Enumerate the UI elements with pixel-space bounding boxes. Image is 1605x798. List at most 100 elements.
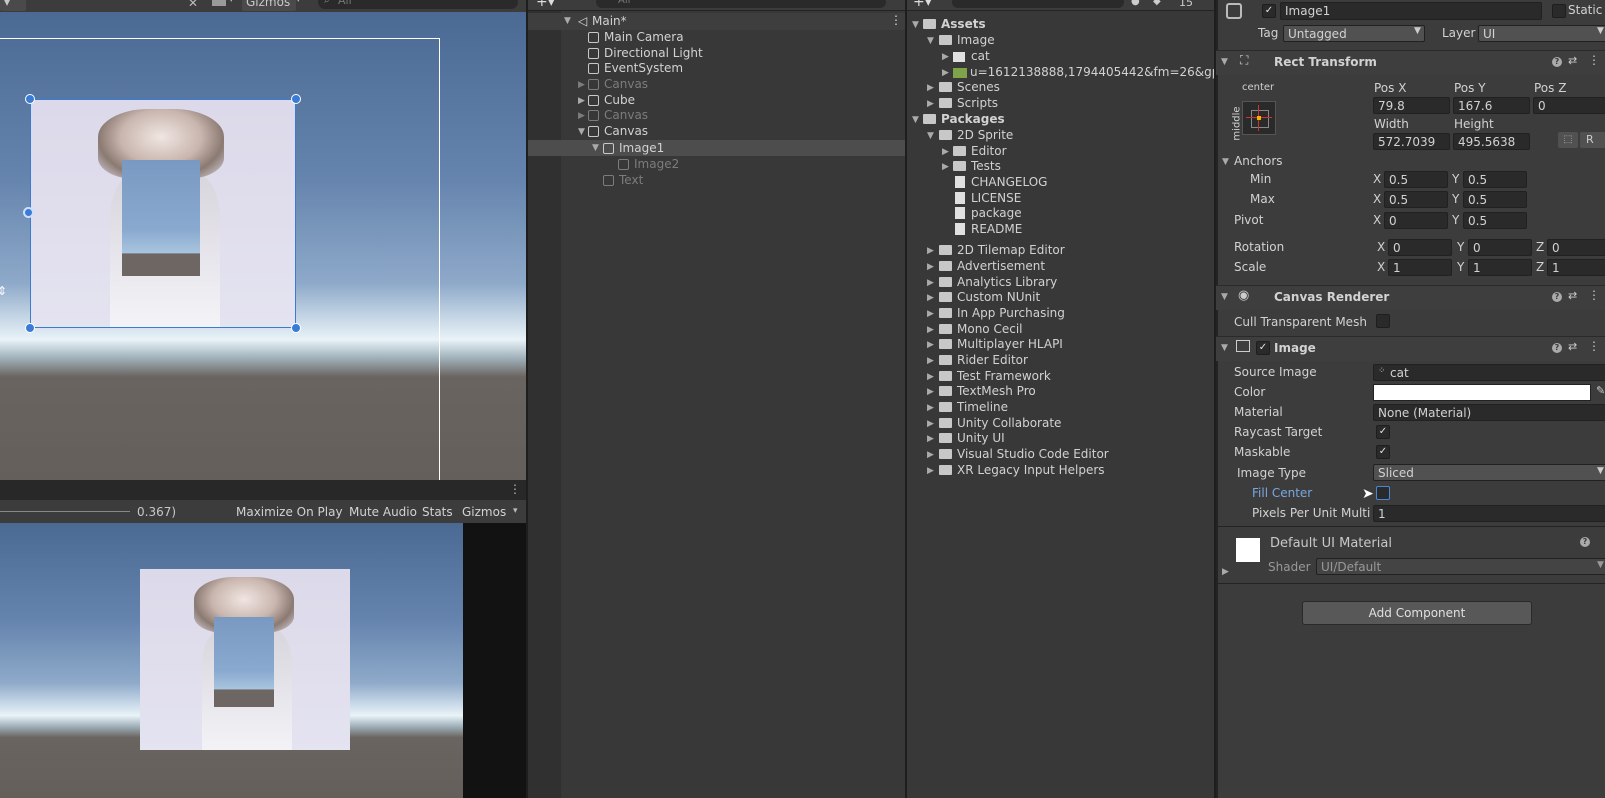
tools-icon[interactable]: ✕ — [188, 0, 198, 10]
more-options-icon[interactable]: ⋮ — [509, 482, 521, 496]
expand-icon[interactable]: ▶ — [927, 387, 934, 397]
package-2d-sprite[interactable]: 2D Sprite — [939, 127, 1013, 143]
height-field[interactable]: 495.5638 — [1453, 133, 1530, 150]
package-item[interactable]: Advertisement — [939, 258, 1045, 274]
package-item-package[interactable]: package — [955, 205, 1022, 221]
width-field[interactable]: 572.7039 — [1373, 133, 1450, 150]
eyedropper-icon[interactable]: ✎ — [1596, 384, 1605, 397]
expand-icon[interactable]: ▶ — [942, 52, 949, 62]
expand-icon[interactable]: ▶ — [927, 466, 934, 476]
package-item-changelog[interactable]: CHANGELOG — [955, 174, 1047, 190]
hierarchy-item-image2[interactable]: Image2 — [618, 156, 679, 172]
hierarchy-item-cube[interactable]: Cube — [588, 92, 635, 108]
hierarchy-item-canvas-2[interactable]: Canvas — [588, 107, 648, 123]
expand-icon[interactable]: ▶ — [942, 147, 949, 157]
expand-icon[interactable]: ▶ — [942, 162, 949, 172]
max-y-field[interactable]: 0.5 — [1463, 191, 1527, 208]
project-assets-root[interactable]: Assets — [923, 16, 986, 32]
expand-icon[interactable]: ▶ — [578, 80, 585, 90]
hierarchy-search-input[interactable]: All — [596, 0, 886, 8]
project-item-cat[interactable]: cat — [953, 48, 990, 64]
game-view[interactable] — [0, 523, 526, 798]
maskable-checkbox[interactable]: ✓ — [1376, 445, 1390, 459]
raycast-target-checkbox[interactable]: ✓ — [1376, 425, 1390, 439]
expand-icon[interactable]: ▶ — [927, 419, 934, 429]
scene-expand-icon[interactable]: ▼ — [564, 16, 571, 26]
package-item-editor[interactable]: Editor — [953, 143, 1007, 159]
anchors-collapse-icon[interactable]: ▼ — [1222, 157, 1229, 167]
expand-icon[interactable]: ▶ — [1222, 567, 1229, 577]
add-icon[interactable]: +▾ — [536, 0, 555, 10]
expand-icon[interactable]: ▶ — [578, 111, 585, 121]
scene-menu-button[interactable]: ▾ — [0, 0, 26, 11]
package-item[interactable]: TextMesh Pro — [939, 383, 1036, 399]
filter-type-icon[interactable]: ● — [1131, 0, 1140, 7]
collapse-icon[interactable]: ▼ — [1221, 292, 1228, 302]
project-packages-root[interactable]: Packages — [923, 111, 1005, 127]
scale-x-field[interactable]: 1 — [1388, 259, 1452, 276]
expand-icon[interactable]: ▶ — [927, 293, 934, 303]
project-item-image-folder[interactable]: Image — [939, 32, 995, 48]
expand-icon[interactable]: ▶ — [927, 434, 934, 444]
scale-y-field[interactable]: 1 — [1468, 259, 1532, 276]
hierarchy-item-main-camera[interactable]: Main Camera — [588, 29, 684, 45]
help-icon[interactable]: ? — [1580, 537, 1590, 547]
min-x-field[interactable]: 0.5 — [1384, 171, 1448, 188]
maximize-on-play-button[interactable]: Maximize On Play — [236, 505, 343, 519]
tag-dropdown[interactable]: Untagged — [1283, 25, 1425, 42]
hierarchy-item-text[interactable]: Text — [603, 172, 643, 188]
expand-icon[interactable]: ▶ — [927, 450, 934, 460]
scene-view[interactable]: ⇕ — [0, 12, 526, 480]
help-icon[interactable]: ? — [1552, 57, 1562, 67]
collapse-icon[interactable]: ▼ — [912, 115, 919, 125]
color-swatch[interactable] — [1373, 384, 1591, 401]
scene-search-input[interactable]: All — [318, 0, 518, 9]
project-item-scenes[interactable]: Scenes — [939, 79, 1000, 95]
expand-icon[interactable]: ▶ — [927, 309, 934, 319]
package-item[interactable]: XR Legacy Input Helpers — [939, 462, 1105, 478]
hierarchy-item-directional-light[interactable]: Directional Light — [588, 45, 703, 61]
camera-dropdown-icon[interactable]: ▾ — [229, 0, 234, 5]
expand-icon[interactable]: ▶ — [927, 325, 934, 335]
scale-slider[interactable] — [0, 511, 130, 512]
pos-y-field[interactable]: 167.6 — [1453, 97, 1530, 114]
collapse-icon[interactable]: ▼ — [578, 127, 585, 137]
preset-icon[interactable]: ⇄ — [1568, 340, 1577, 353]
package-item[interactable]: Timeline — [939, 399, 1008, 415]
expand-icon[interactable]: ▶ — [927, 278, 934, 288]
package-item[interactable]: In App Purchasing — [939, 305, 1065, 321]
rect-handle-tr[interactable] — [291, 94, 301, 104]
expand-icon[interactable]: ▶ — [927, 262, 934, 272]
package-item[interactable]: 2D Tilemap Editor — [939, 242, 1065, 258]
mute-audio-button[interactable]: Mute Audio — [349, 505, 417, 519]
rot-y-field[interactable]: 0 — [1468, 239, 1532, 256]
collapse-icon[interactable]: ▼ — [912, 20, 919, 30]
cull-transparent-checkbox[interactable] — [1376, 314, 1390, 328]
collapse-icon[interactable]: ▼ — [927, 36, 934, 46]
pixels-per-unit-field[interactable]: 1 — [1373, 505, 1605, 522]
min-y-field[interactable]: 0.5 — [1463, 171, 1527, 188]
expand-icon[interactable]: ▶ — [927, 403, 934, 413]
hierarchy-item-canvas-3[interactable]: Canvas — [588, 123, 648, 139]
active-checkbox[interactable]: ✓ — [1262, 4, 1276, 18]
pivot-y-field[interactable]: 0.5 — [1463, 212, 1527, 229]
package-item[interactable]: Custom NUnit — [939, 289, 1040, 305]
preset-icon[interactable]: ⇄ — [1568, 54, 1577, 67]
expand-icon[interactable]: ▶ — [927, 340, 934, 350]
expand-icon[interactable]: ▶ — [578, 96, 585, 106]
expand-icon[interactable]: ▶ — [927, 99, 934, 109]
package-item[interactable]: Unity Collaborate — [939, 415, 1061, 431]
object-name-field[interactable]: Image1 — [1280, 2, 1542, 20]
rect-handle-tl[interactable] — [25, 94, 35, 104]
expand-icon[interactable]: ▶ — [927, 246, 934, 256]
rot-x-field[interactable]: 0 — [1388, 239, 1452, 256]
stats-button[interactable]: Stats — [422, 505, 453, 519]
project-search-input[interactable] — [952, 0, 1124, 8]
material-field[interactable]: None (Material) — [1373, 404, 1605, 421]
pos-z-field[interactable]: 0 — [1533, 97, 1605, 114]
shader-dropdown[interactable]: UI/Default — [1316, 558, 1605, 575]
game-gizmos-button[interactable]: Gizmos — [462, 505, 506, 519]
package-item-readme[interactable]: README — [955, 221, 1022, 237]
scene-gizmos-button[interactable]: Gizmos — [242, 0, 296, 11]
expand-icon[interactable]: ▶ — [942, 68, 949, 78]
